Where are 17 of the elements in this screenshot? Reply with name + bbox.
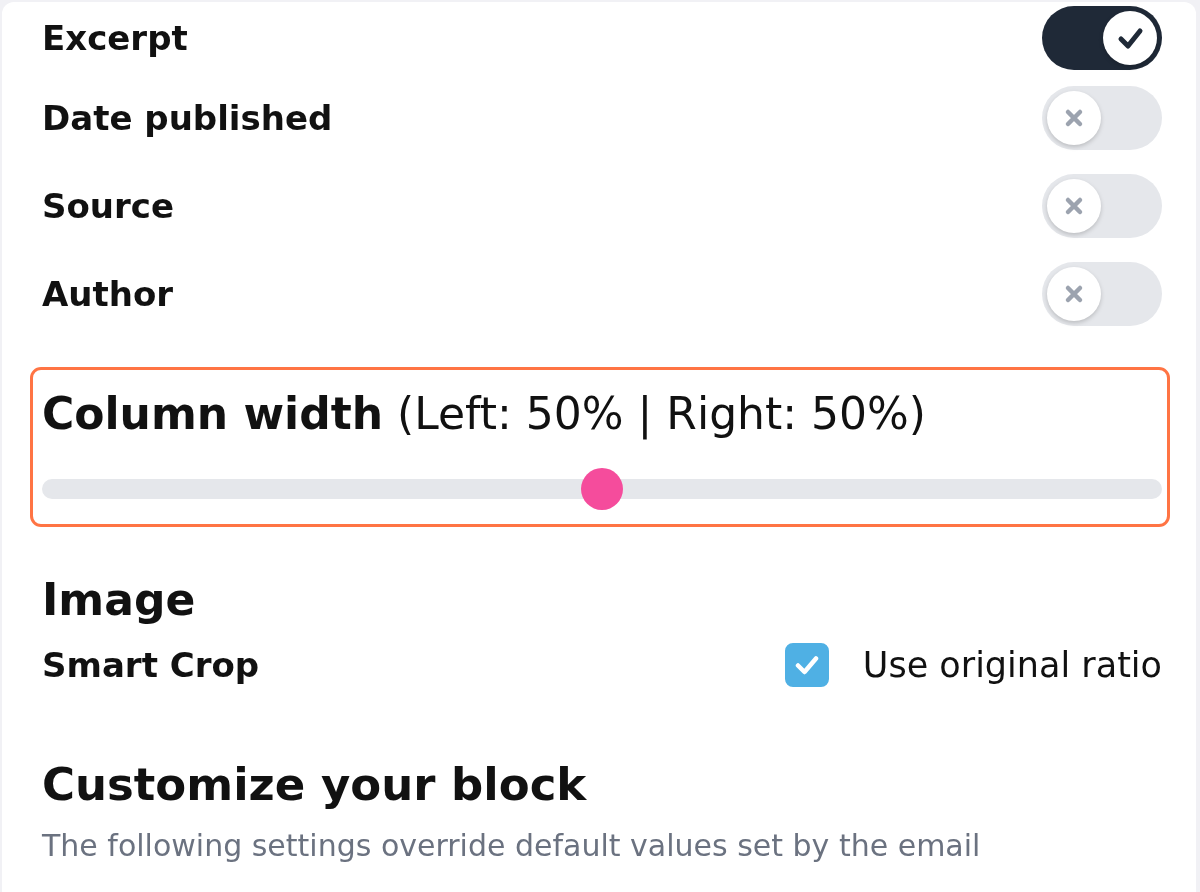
check-icon bbox=[1103, 11, 1157, 65]
x-icon bbox=[1047, 267, 1101, 321]
toggle-label: Date published bbox=[42, 97, 333, 140]
checkbox-label: Use original ratio bbox=[862, 645, 1162, 685]
section-heading: Customize your block bbox=[42, 758, 588, 812]
x-icon bbox=[1047, 179, 1101, 233]
check-icon bbox=[794, 655, 819, 675]
column-width-label: Column width (Left: 50% | Right: 50%) bbox=[42, 390, 927, 438]
section-heading: Image bbox=[42, 576, 197, 624]
toggle-label: Author bbox=[42, 273, 174, 316]
x-icon bbox=[1047, 91, 1101, 145]
smart-crop-label: Smart Crop bbox=[42, 645, 260, 685]
description-text: The following settings override default values set by the email bbox=[42, 827, 982, 865]
checkbox[interactable] bbox=[784, 643, 829, 687]
slider-thumb[interactable] bbox=[581, 468, 623, 510]
toggle-label: Source bbox=[42, 185, 175, 228]
toggle-label: Excerpt bbox=[42, 17, 188, 60]
